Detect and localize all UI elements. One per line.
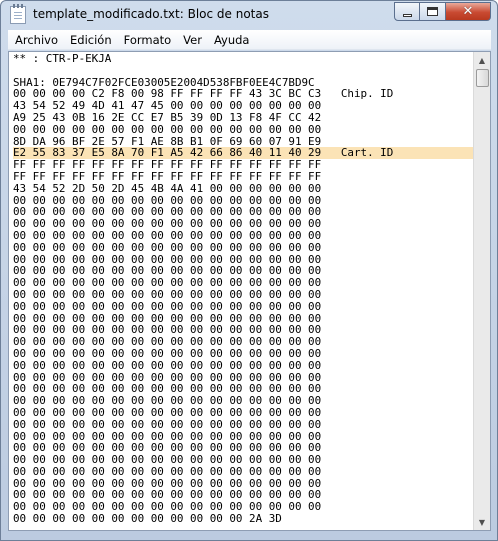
- text-line: 00 00 00 00 00 00 00 00 00 00 00 00 00 0…: [13, 299, 322, 313]
- menu-ayuda[interactable]: Ayuda: [208, 33, 256, 47]
- text-line: 00 00 00 00 00 00 00 00 00 00 00 00 00 0…: [13, 240, 322, 254]
- notepad-app-icon[interactable]: [10, 4, 26, 24]
- close-button[interactable]: ✕: [446, 2, 491, 21]
- title-bar[interactable]: template_modificado.txt: Bloc de notas ✕: [1, 1, 497, 29]
- notepad-window: template_modificado.txt: Bloc de notas ✕…: [0, 0, 498, 541]
- chevron-up-icon: ▲: [478, 55, 486, 65]
- close-icon: ✕: [462, 4, 474, 19]
- window-title: template_modificado.txt: Bloc de notas: [33, 7, 269, 21]
- text-line: 00 00 00 00 00 00 00 00 00 00 00 00 00 0…: [13, 287, 322, 301]
- vertical-scrollbar[interactable]: ▲ ▼: [473, 52, 490, 530]
- minimize-icon: [402, 13, 412, 17]
- text-content[interactable]: ** : CTR-P-EKJA SHA1: 0E794C7F02FCE03005E…: [13, 53, 475, 529]
- text-line: ** : CTR-P-EKJA: [13, 53, 112, 65]
- text-line: 00 00 00 00 00 00 00 00 00 00 00 00 00 0…: [13, 346, 322, 360]
- maximize-icon: [427, 7, 438, 16]
- text-line: 00 00 00 00 00 00 00 00 00 00 00 00 00 0…: [13, 122, 322, 136]
- text-line: 00 00 00 00 00 00 00 00 00 00 00 00 00 0…: [13, 464, 322, 478]
- text-line: 00 00 00 00 00 00 00 00 00 00 00 00 00 0…: [13, 228, 322, 242]
- scroll-down-button[interactable]: ▼: [474, 514, 490, 530]
- maximize-button[interactable]: [420, 2, 446, 21]
- text-editor[interactable]: ** : CTR-P-EKJA SHA1: 0E794C7F02FCE03005E…: [8, 51, 491, 531]
- minimize-button[interactable]: [394, 2, 420, 21]
- scroll-thumb[interactable]: [476, 69, 489, 87]
- menu-formato[interactable]: Formato: [118, 33, 178, 47]
- text-line: 00 00 00 00 00 00 00 00 00 00 00 00 00 0…: [13, 358, 322, 372]
- text-line: FF FF FF FF FF FF FF FF FF FF FF FF FF F…: [13, 169, 322, 183]
- text-line: 00 00 00 00 00 00 00 00 00 00 00 00 2A 3…: [13, 512, 282, 526]
- text-line: 43 54 52 2D 50 2D 45 4B 4A 41 00 00 00 0…: [13, 181, 322, 195]
- scroll-up-button[interactable]: ▲: [474, 52, 490, 68]
- text-line: 00 00 00 00 00 00 00 00 00 00 00 00 00 0…: [13, 417, 322, 431]
- menu-edicion[interactable]: Edición: [64, 33, 118, 47]
- text-line: A9 25 43 0B 16 2E CC E7 B5 39 0D 13 F8 4…: [13, 110, 322, 124]
- text-line: 00 00 00 00 00 00 00 00 00 00 00 00 00 0…: [13, 405, 322, 419]
- menu-bar: Archivo Edición Formato Ver Ayuda: [8, 30, 491, 50]
- chevron-down-icon: ▼: [478, 517, 486, 527]
- menu-archivo[interactable]: Archivo: [8, 33, 64, 47]
- text-line: [13, 65, 475, 77]
- menu-ver[interactable]: Ver: [177, 33, 208, 47]
